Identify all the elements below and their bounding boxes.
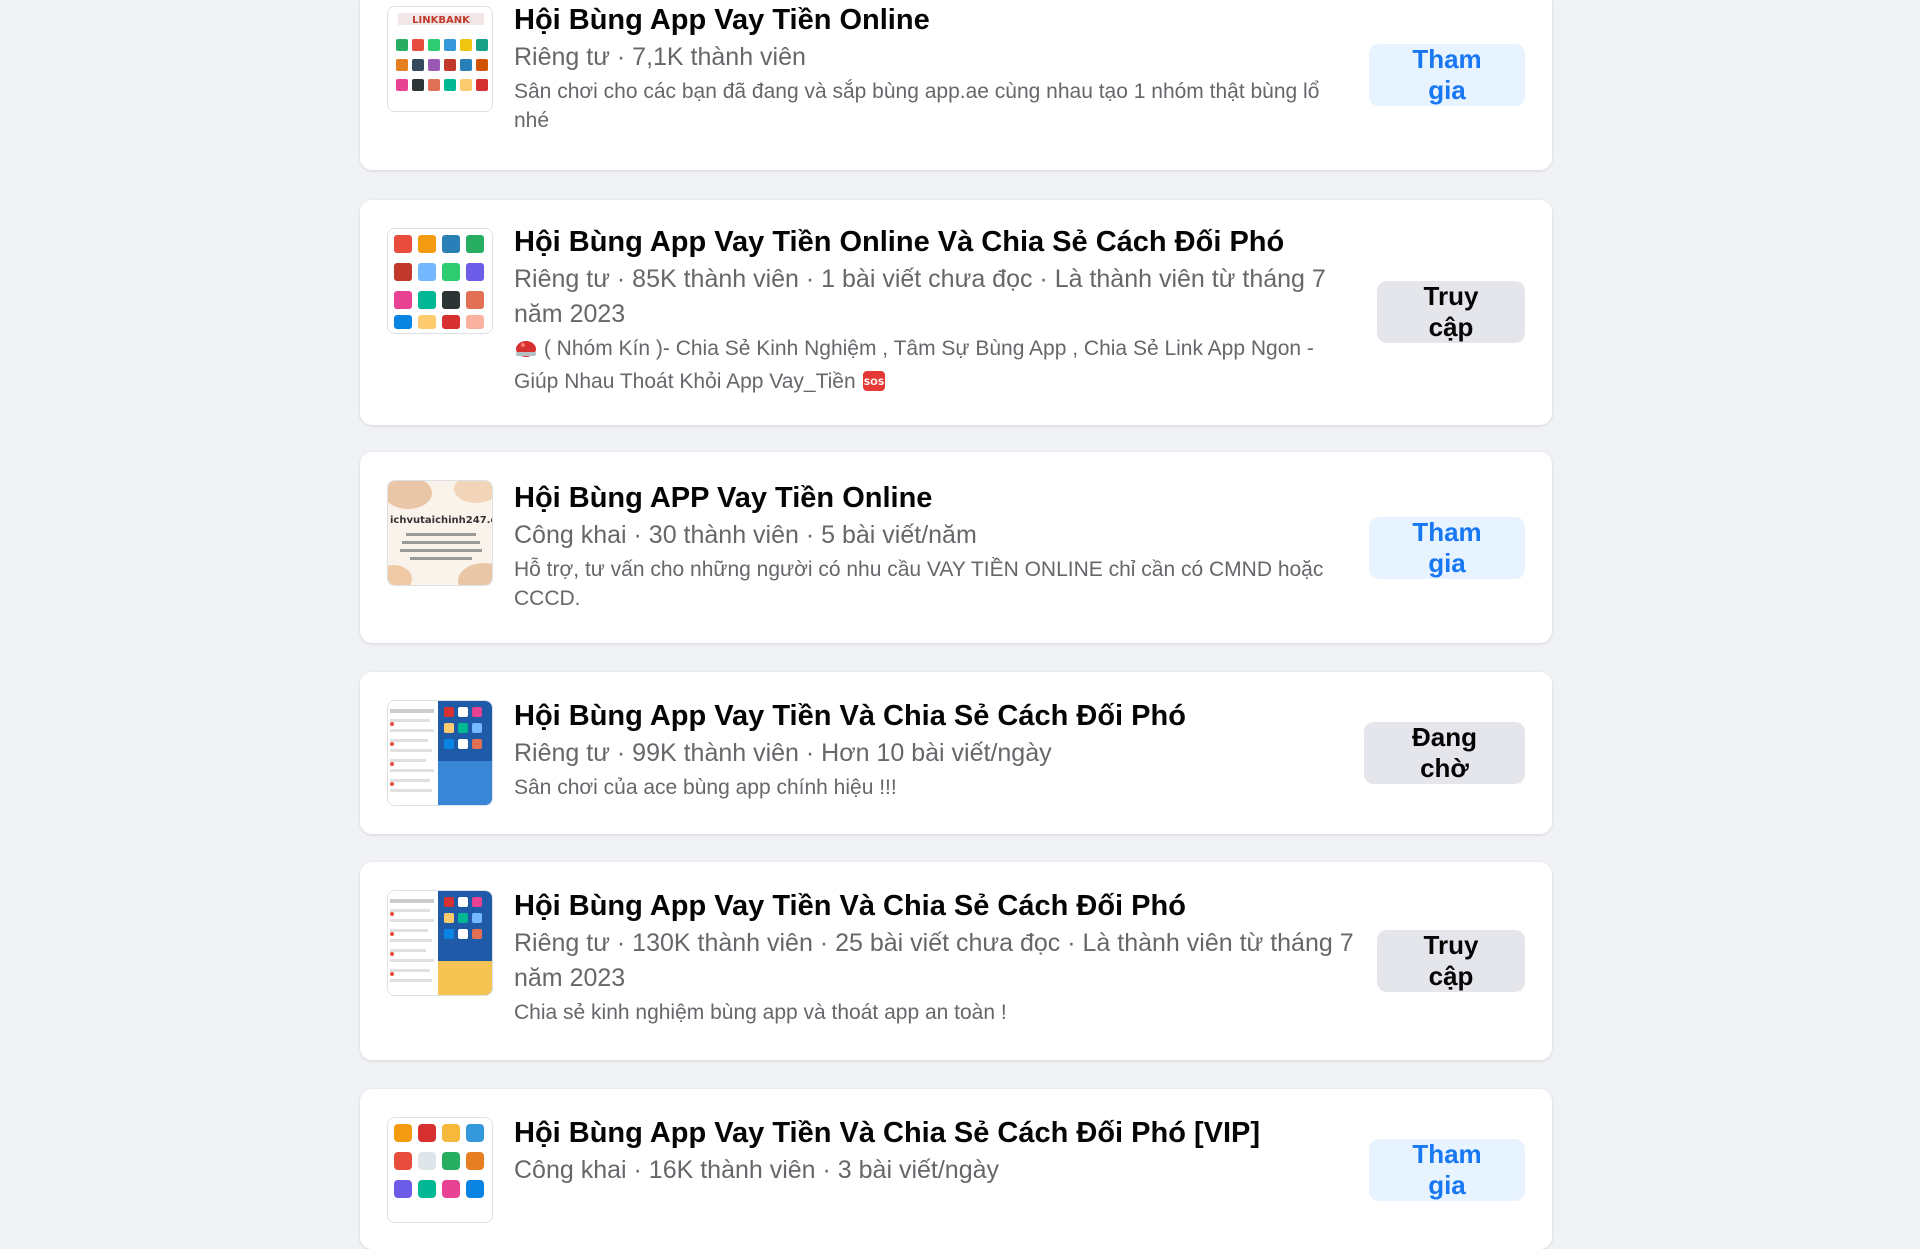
group-card: LINKBANK Hội Bùng App Vay Tiền Online Ri… [360,0,1552,170]
group-name[interactable]: Hội Bùng App Vay Tiền Và Chia Sẻ Cách Đố… [514,1115,1354,1151]
join-group-button[interactable]: Tham gia [1369,1139,1525,1201]
group-info: Hội Bùng App Vay Tiền Và Chia Sẻ Cách Đố… [514,698,1354,802]
phone-screenshot-thumbnail-image [388,891,492,995]
group-card: Hội Bùng App Vay Tiền Và Chia Sẻ Cách Đố… [360,862,1552,1060]
group-meta: Riêng tư · 85K thành viên · 1 bài viết c… [514,265,1326,328]
app-grid-thumbnail-image [388,1118,492,1222]
visit-group-button[interactable]: Truy cập [1377,930,1525,992]
group-meta: Công khai · 30 thành viên · 5 bài viết/n… [514,521,977,549]
group-info: Hội Bùng App Vay Tiền Online Và Chia Sẻ … [514,224,1354,400]
group-info: Hội Bùng APP Vay Tiền Online Công khai ·… [514,480,1354,613]
group-card: ichvutaichinh247.cor Hội Bùng APP Vay Ti… [360,452,1552,643]
group-meta: Riêng tư · 130K thành viên · 25 bài viết… [514,929,1354,992]
group-description: Sân chơi cho các bạn đã đang và sắp bùng… [514,80,1320,132]
group-thumbnail[interactable]: LINKBANK [387,6,493,112]
group-thumbnail[interactable]: ichvutaichinh247.cor [387,480,493,586]
group-card: Hội Bùng App Vay Tiền Online Và Chia Sẻ … [360,200,1552,425]
pending-request-button[interactable]: Đang chờ [1364,722,1525,784]
group-name[interactable]: Hội Bùng App Vay Tiền Và Chia Sẻ Cách Đố… [514,698,1354,734]
group-meta: Riêng tư · 99K thành viên · Hơn 10 bài v… [514,739,1052,767]
thumbnail-website-text: ichvutaichinh247.cor [390,515,493,526]
group-thumbnail[interactable] [387,228,493,334]
app-grid-thumbnail-image: LINKBANK [388,7,492,111]
phone-screenshot-thumbnail-image [388,701,492,805]
group-description: Chia sẻ kinh nghiệm bùng app và thoát ap… [514,1001,1007,1024]
group-description-text: ( Nhóm Kín )- Chia Sẻ Kinh Nghiệm , Tâm … [514,337,1314,393]
group-meta: Công khai · 16K thành viên · 3 bài viết/… [514,1156,1000,1184]
red-helmet-icon [514,337,538,367]
join-group-button[interactable]: Tham gia [1369,44,1525,106]
group-card: Hội Bùng App Vay Tiền Và Chia Sẻ Cách Đố… [360,672,1552,834]
group-name[interactable]: Hội Bùng APP Vay Tiền Online [514,480,1354,516]
group-card: Hội Bùng App Vay Tiền Và Chia Sẻ Cách Đố… [360,1089,1552,1249]
group-thumbnail[interactable] [387,1117,493,1223]
group-thumbnail[interactable] [387,890,493,996]
group-name[interactable]: Hội Bùng App Vay Tiền Online Và Chia Sẻ … [514,224,1354,260]
sos-icon: SOS [862,370,886,400]
group-name[interactable]: Hội Bùng App Vay Tiền Online [514,2,1354,38]
join-group-button[interactable]: Tham gia [1369,517,1525,579]
sos-icon-text: SOS [863,378,884,388]
thumbnail-brand-text: LINKBANK [412,15,471,26]
group-thumbnail[interactable] [387,700,493,806]
website-banner-thumbnail-image: ichvutaichinh247.cor [388,481,493,585]
app-grid-thumbnail-image [388,229,492,333]
group-info: Hội Bùng App Vay Tiền Và Chia Sẻ Cách Đố… [514,888,1354,1027]
group-description: ( Nhóm Kín )- Chia Sẻ Kinh Nghiệm , Tâm … [514,334,1354,400]
group-info: Hội Bùng App Vay Tiền Online Riêng tư · … [514,2,1354,135]
group-description: Sân chơi của ace bùng app chính hiệu !!! [514,776,897,799]
visit-group-button[interactable]: Truy cập [1377,281,1525,343]
group-name[interactable]: Hội Bùng App Vay Tiền Và Chia Sẻ Cách Đố… [514,888,1354,924]
group-info: Hội Bùng App Vay Tiền Và Chia Sẻ Cách Đố… [514,1115,1354,1190]
group-meta: Riêng tư · 7,1K thành viên [514,43,806,71]
group-description: Hỗ trợ, tư vấn cho những người có nhu cầ… [514,558,1324,610]
